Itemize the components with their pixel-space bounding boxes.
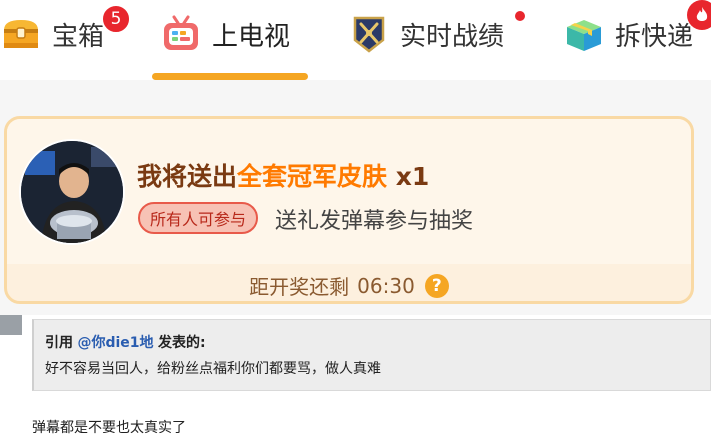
tab-label: 宝箱	[52, 21, 105, 52]
reply-text: 弹幕都是不要也太真实了	[32, 420, 186, 436]
forum-post: 引用 @你die1地 发表的: 好不容易当回人，给粉丝点福利你们都要骂，做人真难…	[0, 315, 711, 439]
prize-name: 全套冠军皮肤	[237, 162, 388, 191]
battle-record-dot-badge	[515, 11, 525, 21]
fire-icon	[687, 0, 711, 30]
tab-bar: 宝箱 上电视 实时战绩 拆快递 5	[0, 0, 711, 80]
lottery-rule: 送礼发弹幕参与抽奖	[275, 209, 474, 234]
tab-tv[interactable]: 上电视	[160, 8, 290, 60]
treasure-chest-icon	[0, 13, 42, 55]
countdown-label: 距开奖还剩	[249, 275, 350, 299]
prize-title: 我将送出全套冠军皮肤 x1	[137, 157, 429, 193]
chest-count-badge: 5	[101, 4, 131, 34]
tab-label: 拆快递	[615, 21, 694, 52]
lottery-panel: 我将送出全套冠军皮肤 x1 所有人可参与 送礼发弹幕参与抽奖 距开奖还剩 06:…	[0, 80, 711, 315]
battle-record-icon	[348, 13, 390, 55]
quoted-user-link[interactable]: @你die1地	[77, 335, 153, 351]
eligibility-badge: 所有人可参与	[138, 202, 259, 234]
prize-prefix: 我将送出	[137, 162, 238, 191]
poster-avatar[interactable]	[0, 315, 22, 335]
tv-icon	[160, 13, 202, 55]
tab-package[interactable]: 拆快递	[563, 8, 693, 60]
countdown-time: 06:30	[357, 273, 415, 298]
tab-battle-record[interactable]: 实时战绩	[348, 8, 504, 60]
quote-block: 引用 @你die1地 发表的: 好不容易当回人，给粉丝点福利你们都要骂，做人真难	[32, 319, 711, 391]
help-icon[interactable]: ?	[424, 273, 449, 298]
package-icon	[563, 13, 605, 55]
tab-label: 上电视	[212, 21, 291, 52]
quote-suffix: 发表的:	[157, 335, 206, 351]
lottery-card[interactable]: 我将送出全套冠军皮肤 x1 所有人可参与 送礼发弹幕参与抽奖 距开奖还剩 06:…	[4, 116, 694, 304]
quote-prefix: 引用	[45, 335, 73, 351]
streamer-avatar[interactable]	[19, 139, 125, 245]
tab-treasure-chest[interactable]: 宝箱	[0, 8, 104, 60]
quote-header: 引用 @你die1地 发表的:	[45, 332, 699, 352]
countdown-bar: 距开奖还剩 06:30 ?	[7, 264, 691, 301]
quote-text: 好不容易当回人，给粉丝点福利你们都要骂，做人真难	[45, 361, 381, 377]
prize-count: x1	[395, 162, 430, 191]
active-tab-indicator	[152, 73, 308, 80]
tab-label: 实时战绩	[400, 21, 505, 52]
